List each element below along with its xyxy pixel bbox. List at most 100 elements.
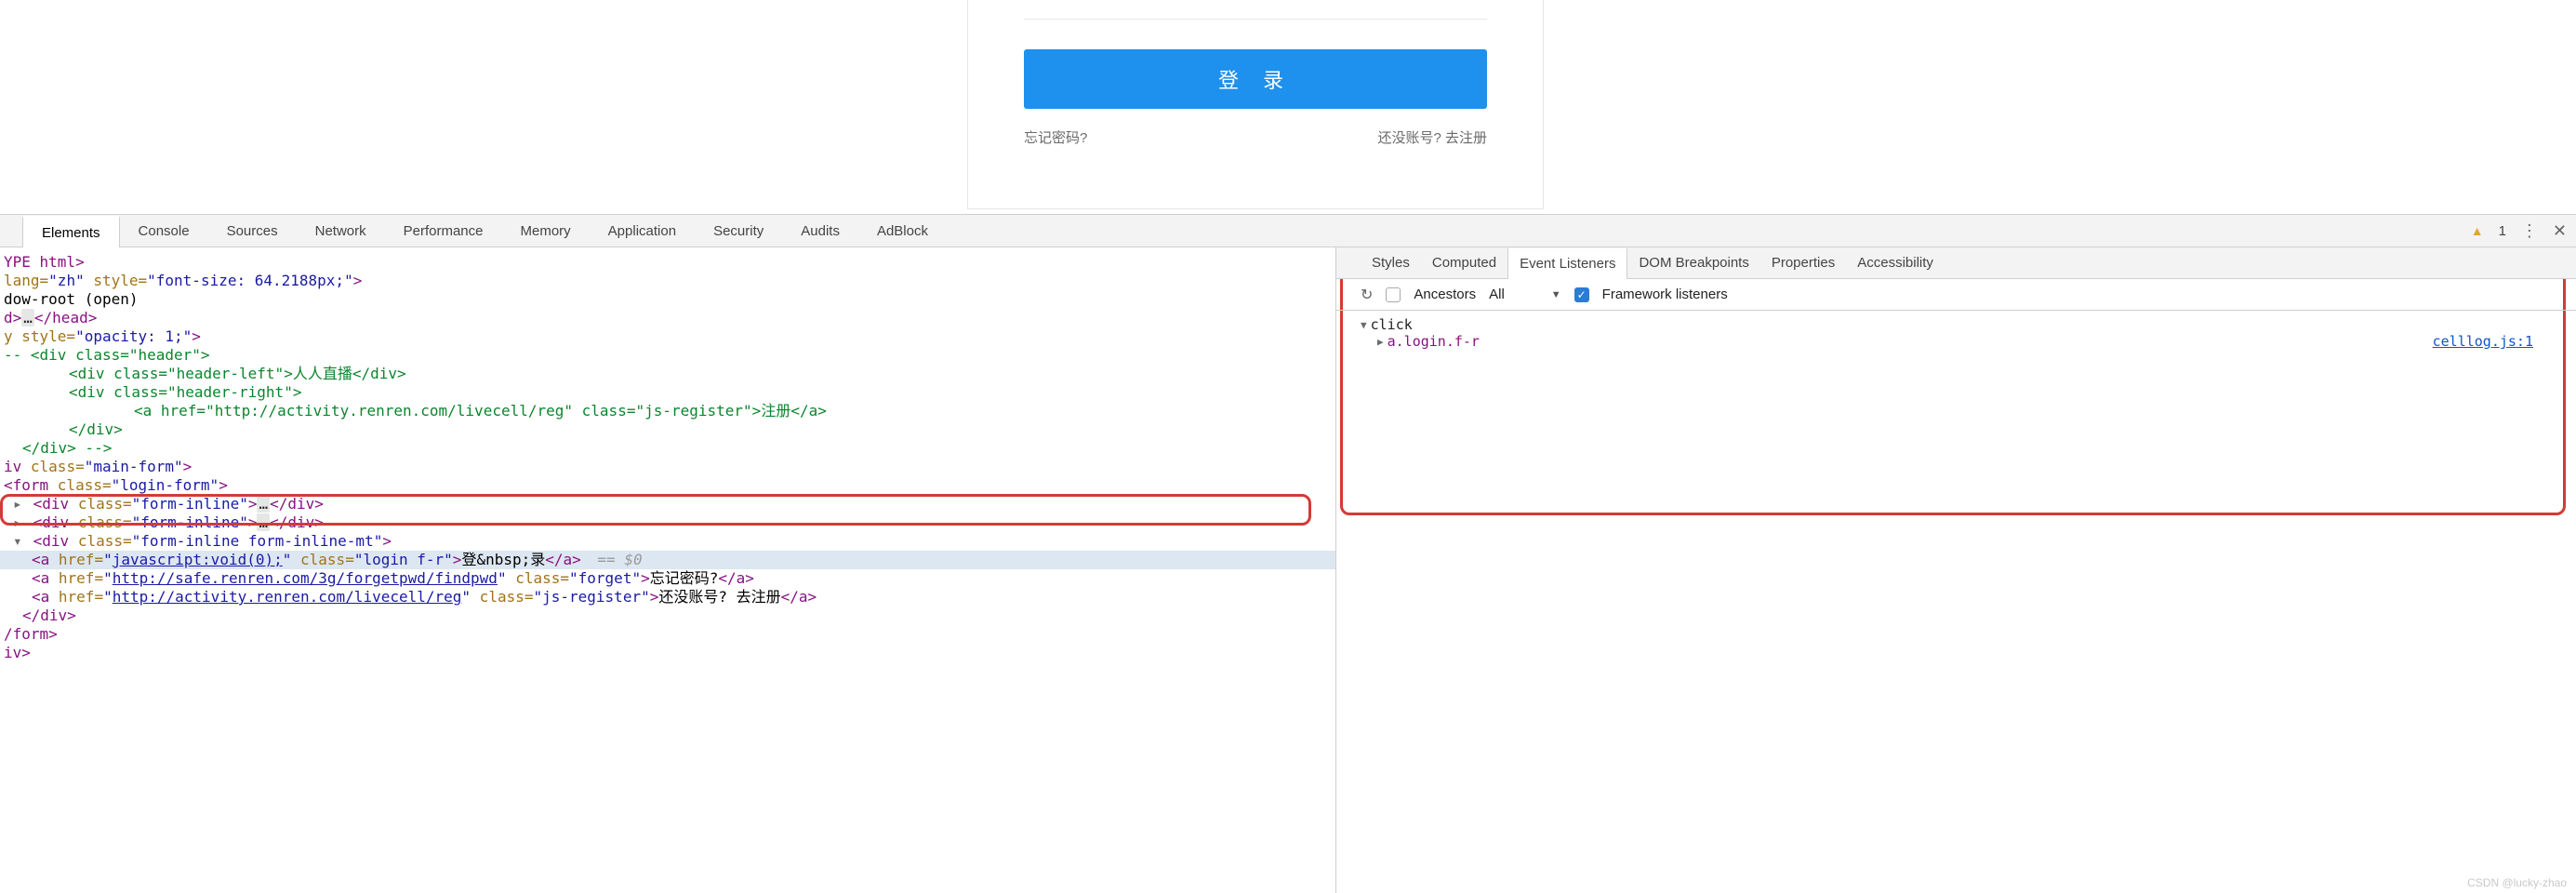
ellipsis[interactable]: … xyxy=(257,513,270,531)
dom-comment: </div> xyxy=(69,420,123,438)
dom-val: " xyxy=(283,551,292,568)
tab-memory[interactable]: Memory xyxy=(502,215,590,247)
tab-console[interactable]: Console xyxy=(120,215,208,247)
scope-select[interactable]: All ▼ xyxy=(1489,287,1561,302)
dom-tag[interactable]: <div xyxy=(33,513,78,531)
selected-node[interactable]: <a href="javascript:void(0);" class="log… xyxy=(0,551,1335,569)
dom-val: " xyxy=(103,551,113,568)
tab-performance[interactable]: Performance xyxy=(385,215,502,247)
tab-audits[interactable]: Audits xyxy=(782,215,858,247)
dom-val: "form-inline form-inline-mt" xyxy=(132,532,383,550)
forgot-password-link[interactable]: 忘记密码? xyxy=(1024,127,1087,147)
refresh-icon[interactable]: ↻ xyxy=(1361,286,1373,304)
register-link[interactable]: 还没账号? 去注册 xyxy=(1377,127,1487,147)
dom-text: 登&nbsp;录 xyxy=(461,551,545,568)
dom-attr: class= xyxy=(31,458,85,475)
dom-val: "font-size: 64.2188px;" xyxy=(147,272,353,289)
dom-tag: > xyxy=(353,272,363,289)
tab-network[interactable]: Network xyxy=(297,215,385,247)
dom-val: " xyxy=(498,569,507,587)
dom-val: "opacity: 1;" xyxy=(75,327,192,345)
event-listener-row[interactable]: ▶ a.login.f-r celllog.js:1 xyxy=(1361,333,2552,350)
dom-tree-pane[interactable]: YPE html> lang="zh" style="font-size: 64… xyxy=(0,247,1335,893)
collapse-arrow-icon[interactable]: ▼ xyxy=(1361,319,1367,331)
dom-comment: " class="js-register"> xyxy=(564,402,761,420)
expand-arrow-icon[interactable]: ▸ xyxy=(13,495,24,513)
page-content: 登 录 忘记密码? 还没账号? 去注册 xyxy=(0,0,2576,214)
side-tab-computed[interactable]: Computed xyxy=(1421,247,1507,278)
dom-tag: > xyxy=(641,569,650,587)
dom-val: "login f-r" xyxy=(354,551,453,568)
side-tab-styles[interactable]: Styles xyxy=(1361,247,1421,278)
tab-sources[interactable]: Sources xyxy=(208,215,297,247)
dom-tag: </a> xyxy=(718,569,754,587)
dom-val: "zh" xyxy=(48,272,85,289)
dom-attr: href= xyxy=(59,551,103,568)
dom-node[interactable]: dow-root (open) xyxy=(4,290,139,308)
event-listeners-toolbar: ↻ Ancestors All ▼ Framework listeners xyxy=(1336,279,2576,311)
dom-val: "js-register" xyxy=(533,588,649,606)
dom-tag[interactable]: d> xyxy=(4,309,21,327)
selected-indicator: == $0 xyxy=(581,551,643,568)
listener-target: a.login.f-r xyxy=(1388,333,1480,350)
kebab-menu-icon[interactable]: ⋮ xyxy=(2521,221,2538,241)
dom-attr: class= xyxy=(291,551,353,568)
side-tab-properties[interactable]: Properties xyxy=(1760,247,1846,278)
dom-tag: </a> xyxy=(545,551,581,568)
href-link[interactable]: javascript:void(0); xyxy=(113,551,283,568)
login-links-row: 忘记密码? 还没账号? 去注册 xyxy=(1024,127,1487,147)
dom-tag: > xyxy=(650,588,659,606)
tab-adblock[interactable]: AdBlock xyxy=(858,215,947,247)
dom-node[interactable]: YPE html> xyxy=(4,253,85,271)
scope-value: All xyxy=(1489,287,1505,302)
framework-listeners-checkbox[interactable] xyxy=(1574,287,1589,302)
dom-tag[interactable]: <div xyxy=(33,495,78,513)
dom-tag[interactable]: iv> xyxy=(4,644,31,661)
dom-attr: href= xyxy=(59,588,103,606)
dom-tag: > xyxy=(382,532,392,550)
listener-source-link[interactable]: celllog.js:1 xyxy=(2433,333,2533,350)
ellipsis[interactable]: … xyxy=(21,309,34,327)
href-link[interactable]: http://activity.renren.com/livecell/reg xyxy=(113,588,462,606)
dom-tag[interactable]: <form xyxy=(4,476,58,494)
framework-listeners-label: Framework listeners xyxy=(1602,287,1728,302)
dom-val: " xyxy=(461,588,471,606)
side-tab-accessibility[interactable]: Accessibility xyxy=(1846,247,1945,278)
dom-tag: </div> xyxy=(270,513,324,531)
side-tab-event-listeners[interactable]: Event Listeners xyxy=(1507,248,1627,279)
warning-icon[interactable]: ▲ xyxy=(2471,223,2484,238)
close-icon[interactable]: ✕ xyxy=(2553,221,2567,241)
collapse-arrow-icon[interactable]: ▾ xyxy=(13,532,24,551)
dom-tag[interactable]: /form> xyxy=(4,625,58,643)
expand-arrow-icon[interactable]: ▶ xyxy=(1377,336,1384,348)
dom-attr: lang= xyxy=(4,272,48,289)
login-card: 登 录 忘记密码? 还没账号? 去注册 xyxy=(967,0,1544,209)
dom-tag[interactable]: <a xyxy=(32,588,59,606)
dom-val: " xyxy=(103,588,113,606)
dom-tag[interactable]: <div xyxy=(33,532,78,550)
tab-elements[interactable]: Elements xyxy=(22,216,120,247)
dom-tag[interactable]: iv xyxy=(4,458,31,475)
event-group-row[interactable]: ▼ click xyxy=(1361,316,2552,333)
warning-count: 1 xyxy=(2499,223,2506,239)
side-tab-dom-breakpoints[interactable]: DOM Breakpoints xyxy=(1627,247,1759,278)
event-name: click xyxy=(1371,316,1413,333)
dom-tag[interactable]: </div> xyxy=(22,606,76,624)
dom-text: 忘记密码? xyxy=(650,569,719,587)
dom-tag[interactable]: <a xyxy=(32,569,59,587)
event-listeners-list: ▼ click ▶ a.login.f-r celllog.js:1 xyxy=(1336,311,2576,355)
dom-comment: <div class="header-right"> xyxy=(69,383,301,401)
tab-application[interactable]: Application xyxy=(590,215,695,247)
login-button[interactable]: 登 录 xyxy=(1024,49,1487,109)
tab-security[interactable]: Security xyxy=(695,215,782,247)
dom-tag: > xyxy=(219,476,228,494)
ellipsis[interactable]: … xyxy=(257,495,270,513)
ancestors-label: Ancestors xyxy=(1414,287,1476,302)
dom-tag: </div> xyxy=(270,495,324,513)
expand-arrow-icon[interactable]: ▸ xyxy=(13,513,24,532)
dom-comment: </div> xyxy=(352,365,406,382)
href-link[interactable]: http://safe.renren.com/3g/forgetpwd/find… xyxy=(113,569,498,587)
ancestors-checkbox[interactable] xyxy=(1386,287,1401,302)
dom-attr: class= xyxy=(78,532,132,550)
dom-comment: -- xyxy=(4,346,31,364)
